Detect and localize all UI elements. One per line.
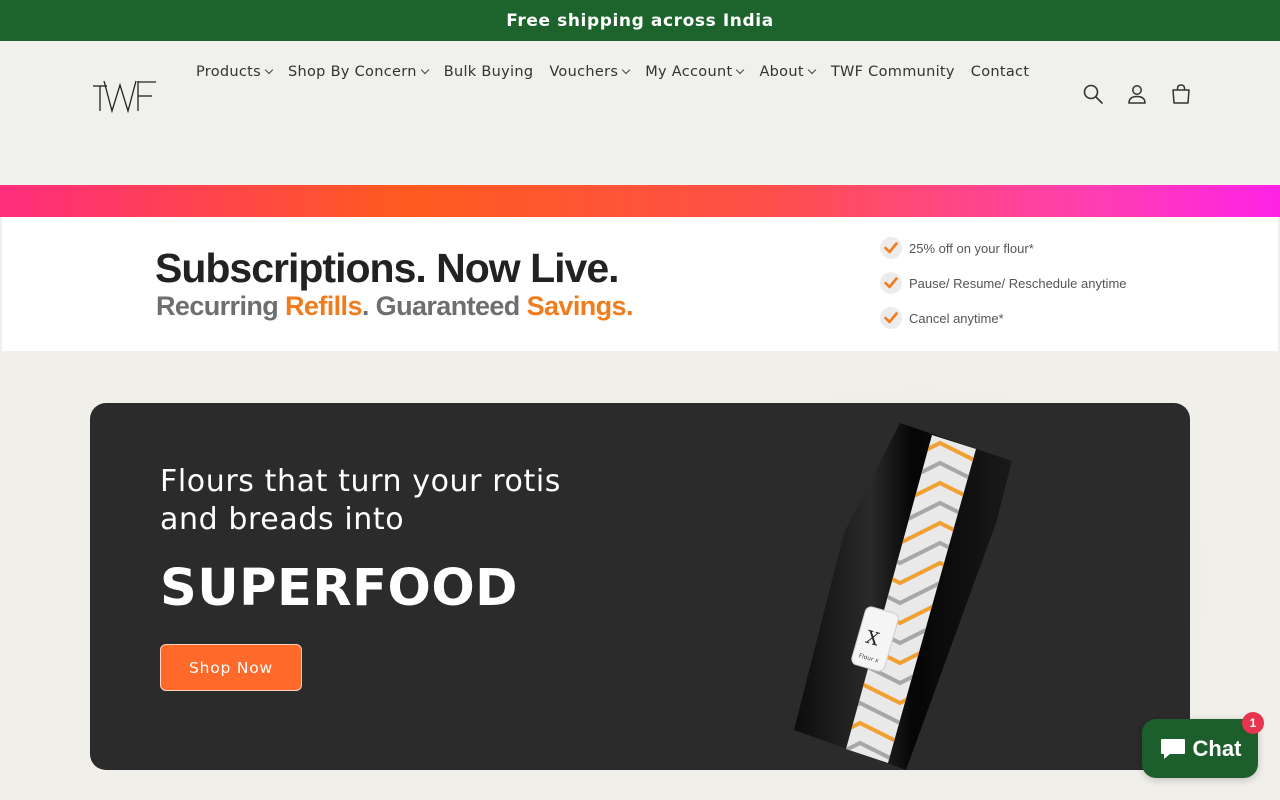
benefit-list: 25% off on your flour* Pause/ Resume/ Re… (880, 236, 1127, 341)
announcement-text: Free shipping across India (506, 10, 774, 31)
header-icons (1082, 83, 1192, 105)
nav-shop-by-concern[interactable]: Shop By Concern (280, 61, 436, 83)
nav-bulk-buying[interactable]: Bulk Buying (436, 61, 542, 83)
benefit-text: Cancel anytime* (909, 310, 1004, 326)
nav-twf-community[interactable]: TWF Community (823, 61, 963, 83)
benefit-item: Cancel anytime* (880, 306, 1127, 330)
chat-label: Chat (1192, 735, 1242, 761)
benefit-text: Pause/ Resume/ Reschedule anytime (909, 275, 1127, 291)
hero-subtitle: Flours that turn your rotis and breads i… (160, 464, 561, 537)
chevron-down-icon (621, 65, 631, 75)
hero-banner: Flours that turn your rotis and breads i… (90, 403, 1190, 770)
tagline-text: . Guaranteed (361, 291, 527, 321)
tagline-highlight-refills: Refills (285, 291, 362, 321)
chevron-down-icon (420, 65, 429, 75)
benefit-text: 25% off on your flour* (909, 240, 1034, 256)
subscription-headline: Subscriptions. Now Live. (155, 245, 620, 291)
nav-label: TWF Community (830, 64, 955, 80)
hero-title: SUPERFOOD (160, 559, 519, 618)
subscription-tagline: Recurring Refills. Guaranteed Savings. (156, 291, 633, 322)
nav-vouchers[interactable]: Vouchers (541, 61, 637, 83)
nav-label: Bulk Buying (443, 64, 534, 80)
site-header: Products Shop By Concern Bulk Buying Vou… (0, 41, 1280, 185)
check-icon (880, 272, 902, 294)
chat-bubble-icon (1160, 738, 1185, 759)
nav-label: Shop By Concern (288, 64, 417, 80)
tagline-period: . (625, 291, 633, 321)
account-icon[interactable] (1126, 83, 1148, 105)
tagline-highlight-savings: Savings (526, 291, 627, 321)
tagline-text: Recurring (156, 291, 286, 321)
nav-label: About (759, 64, 804, 80)
announcement-bar: Free shipping across India (0, 0, 1280, 41)
nav-label: My Account (645, 64, 733, 80)
cart-icon[interactable] (1170, 83, 1192, 105)
chevron-down-icon (736, 65, 745, 75)
check-icon (880, 307, 902, 329)
chevron-down-icon (264, 65, 274, 75)
chevron-down-icon (807, 65, 817, 75)
shop-now-button[interactable]: Shop Now (160, 644, 302, 691)
subscription-banner[interactable]: Subscriptions. Now Live. Recurring Refil… (2, 217, 1278, 351)
search-icon[interactable] (1082, 83, 1104, 105)
nav-contact[interactable]: Contact (963, 61, 1038, 83)
nav-label: Contact (970, 64, 1030, 80)
chat-button[interactable]: Chat (1142, 719, 1258, 778)
main-nav: Products Shop By Concern Bulk Buying Vou… (188, 61, 1058, 83)
benefit-item: 25% off on your flour* (880, 236, 1127, 260)
nav-about[interactable]: About (751, 61, 822, 83)
site-logo[interactable] (90, 77, 160, 117)
gradient-strip (0, 185, 1280, 217)
benefit-item: Pause/ Resume/ Reschedule anytime (880, 271, 1127, 295)
nav-products[interactable]: Products (188, 61, 280, 83)
chat-notification-badge: 1 (1242, 712, 1264, 734)
nav-label: Vouchers (549, 64, 619, 80)
check-icon (880, 237, 902, 259)
flour-bag-image: X Flour x (780, 413, 1040, 770)
nav-label: Products (196, 64, 262, 80)
nav-my-account[interactable]: My Account (637, 61, 751, 83)
